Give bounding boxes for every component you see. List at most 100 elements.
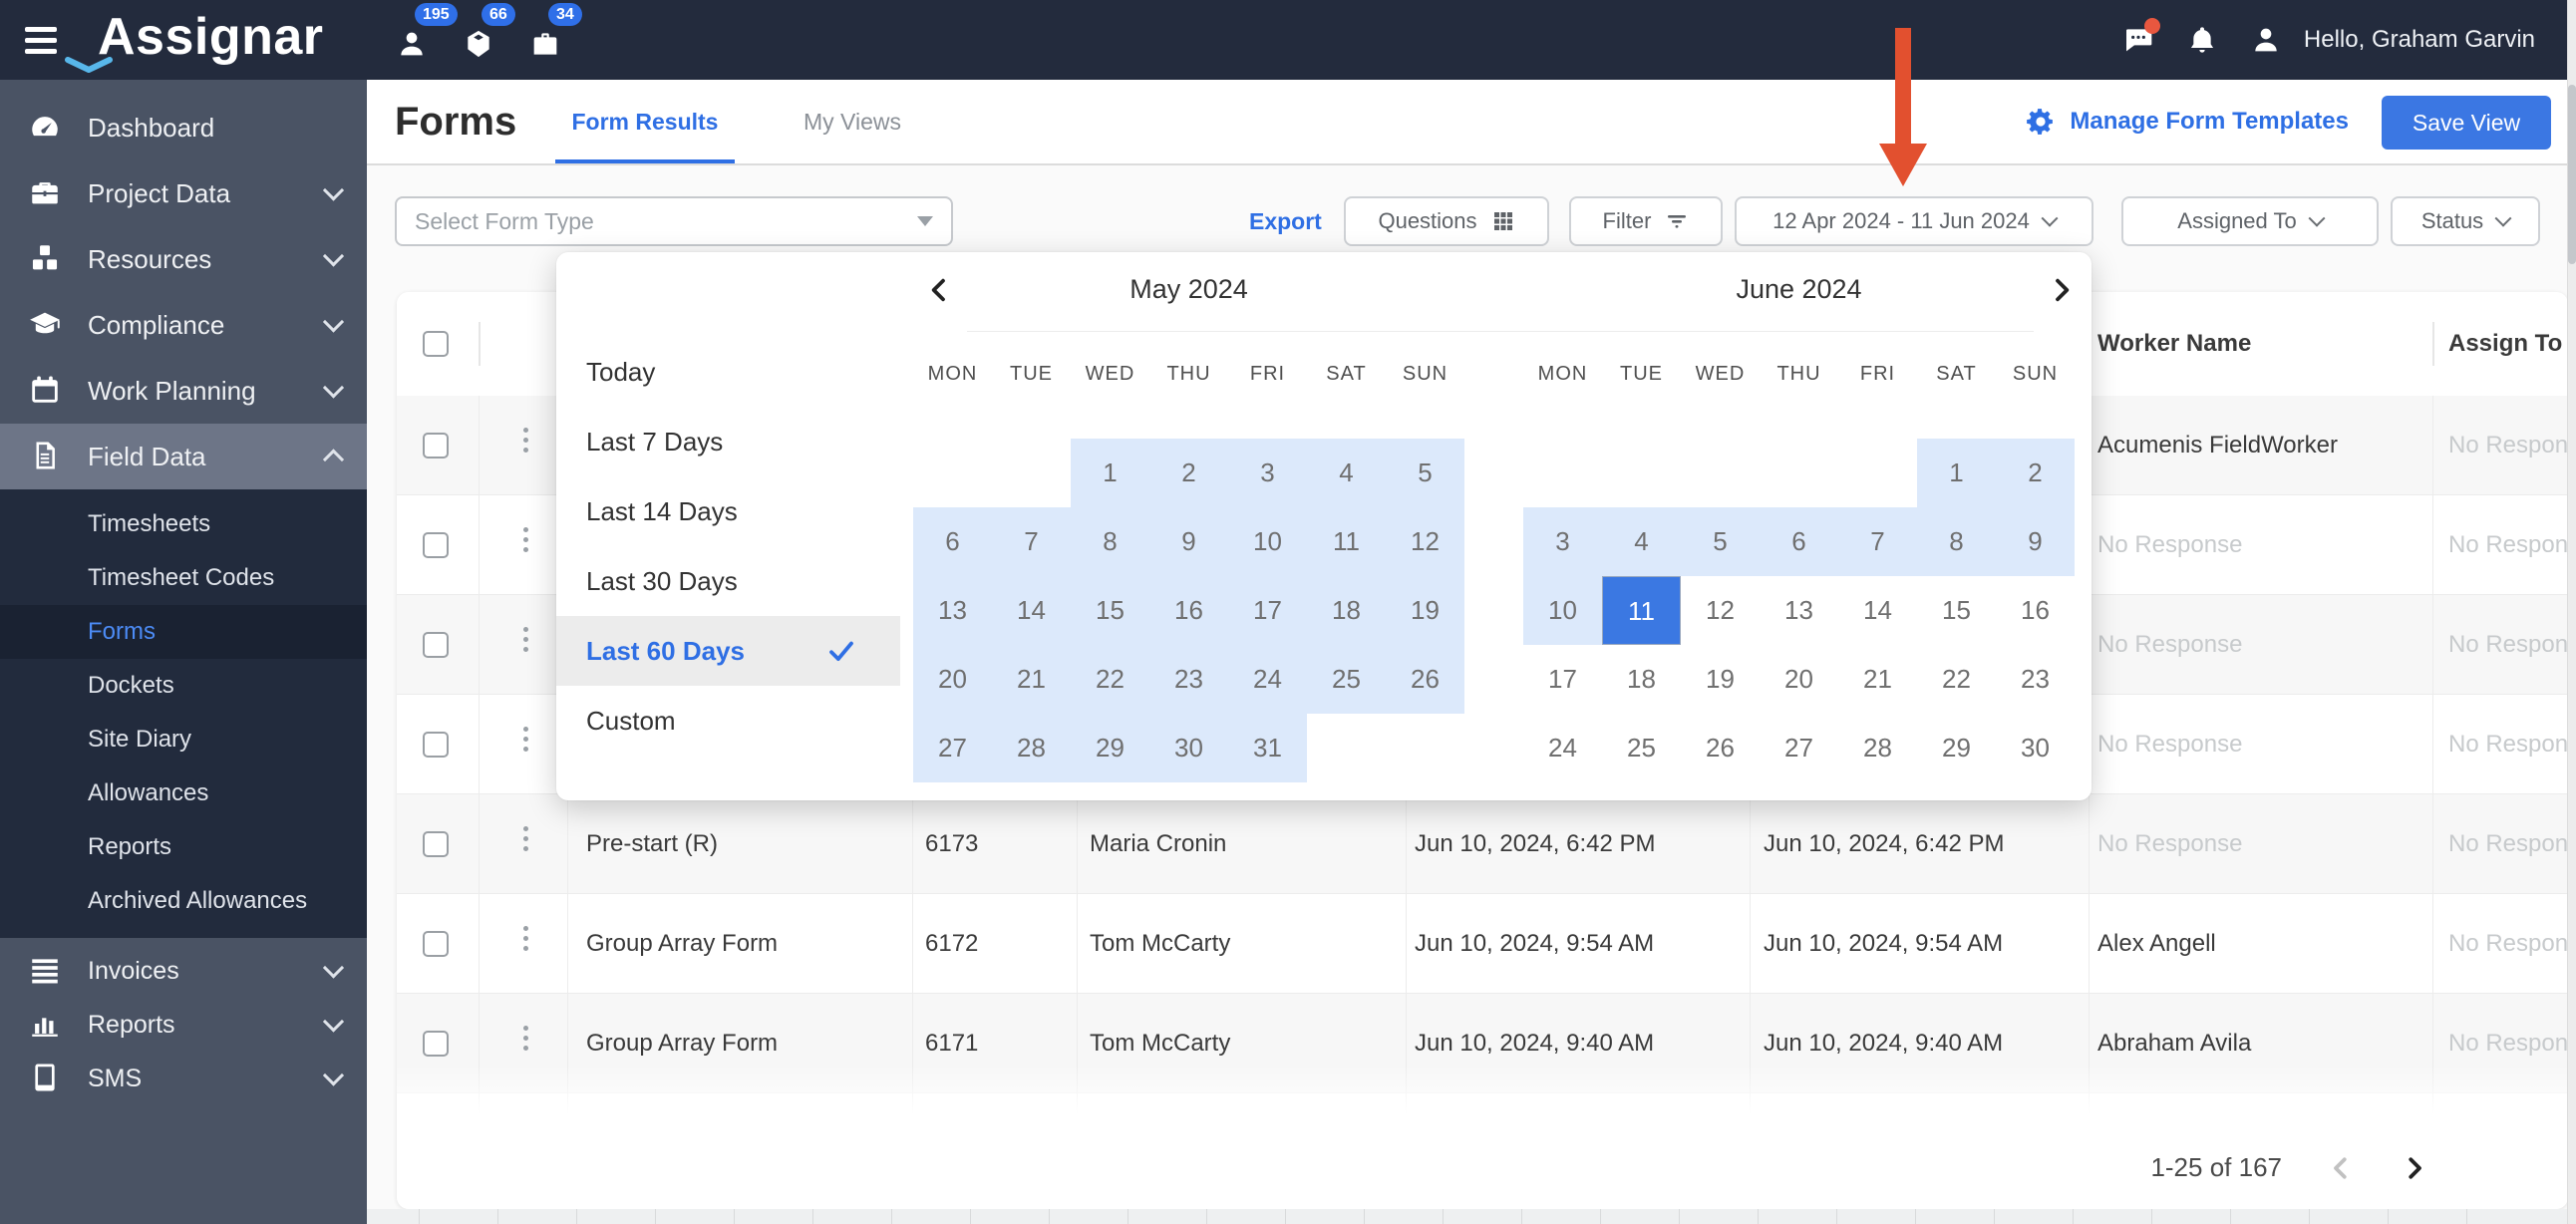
calendar-day[interactable]: 17	[1523, 645, 1602, 714]
sidebar-subitem-reports[interactable]: Reports	[0, 820, 367, 874]
row-checkbox[interactable]	[423, 1031, 449, 1057]
row-actions-kebab-icon[interactable]	[515, 627, 535, 663]
calendar-day[interactable]: 28	[1838, 714, 1917, 782]
hamburger-menu-icon[interactable]	[25, 27, 59, 54]
tab-my-views[interactable]: My Views	[798, 80, 907, 163]
calendar-day[interactable]: 10	[1523, 576, 1602, 645]
preset-last-7-days[interactable]: Last 7 Days	[556, 407, 900, 476]
calendar-day[interactable]: 15	[1071, 576, 1149, 645]
calendar-day[interactable]: 28	[992, 714, 1071, 782]
calendar-day[interactable]: 2	[1996, 439, 2075, 507]
sidebar-item-invoices[interactable]: Invoices	[0, 944, 367, 998]
calendar-day[interactable]: 10	[1228, 507, 1307, 576]
row-actions-kebab-icon[interactable]	[515, 1026, 535, 1062]
date-range-filter[interactable]: 12 Apr 2024 - 11 Jun 2024	[1735, 196, 2093, 246]
calendar-day[interactable]: 15	[1917, 576, 1996, 645]
row-actions-kebab-icon[interactable]	[515, 926, 535, 962]
briefcase-group[interactable]: 34	[529, 3, 582, 60]
person-group[interactable]: 195	[396, 3, 458, 60]
sidebar-item-sms[interactable]: SMS	[0, 1052, 367, 1105]
row-checkbox[interactable]	[423, 831, 449, 857]
calendar-day[interactable]: 5	[1386, 439, 1464, 507]
sidebar-subitem-dockets[interactable]: Dockets	[0, 659, 367, 713]
filter-button[interactable]: Filter	[1569, 196, 1723, 246]
sidebar-item-work-planning[interactable]: Work Planning	[0, 358, 367, 424]
calendar-day[interactable]: 9	[1149, 507, 1228, 576]
manage-form-templates-link[interactable]: Manage Form Templates	[2026, 80, 2349, 163]
calendar-day[interactable]: 30	[1996, 714, 2075, 782]
assigned-to-filter[interactable]: Assigned To	[2121, 196, 2379, 246]
calendar-day[interactable]: 4	[1307, 439, 1386, 507]
sidebar-subitem-timesheets[interactable]: Timesheets	[0, 497, 367, 551]
calendar-day-selected[interactable]: 11	[1602, 576, 1681, 645]
status-filter[interactable]: Status	[2391, 196, 2540, 246]
calendar-day[interactable]: 16	[1149, 576, 1228, 645]
calendar-day[interactable]: 1	[1071, 439, 1149, 507]
row-checkbox[interactable]	[423, 732, 449, 758]
user-avatar-icon[interactable]	[2250, 24, 2282, 56]
calendar-day[interactable]: 6	[1760, 507, 1838, 576]
save-view-button[interactable]: Save View	[2382, 96, 2551, 150]
calendar-day[interactable]: 31	[1228, 714, 1307, 782]
calendar-day[interactable]: 2	[1149, 439, 1228, 507]
form-type-select[interactable]: Select Form Type	[395, 196, 953, 246]
sidebar-item-project-data[interactable]: Project Data	[0, 160, 367, 226]
previous-page-icon[interactable]	[2326, 1153, 2356, 1183]
calendar-day[interactable]: 23	[1149, 645, 1228, 714]
sidebar-item-field-data[interactable]: Field Data	[0, 424, 367, 489]
calendar-day[interactable]: 23	[1996, 645, 2075, 714]
calendar-day[interactable]: 29	[1071, 714, 1149, 782]
calendar-day[interactable]: 19	[1681, 645, 1760, 714]
preset-today[interactable]: Today	[556, 337, 900, 407]
calendar-day[interactable]: 6	[913, 507, 992, 576]
calendar-day[interactable]: 21	[1838, 645, 1917, 714]
calendar-day[interactable]: 7	[1838, 507, 1917, 576]
calendar-day[interactable]: 20	[913, 645, 992, 714]
scrollbar-thumb[interactable]	[2568, 85, 2576, 264]
calendar-day[interactable]: 26	[1386, 645, 1464, 714]
sidebar-item-reports[interactable]: Reports	[0, 998, 367, 1052]
calendar-day[interactable]: 9	[1996, 507, 2075, 576]
calendar-day[interactable]: 19	[1386, 576, 1464, 645]
calendar-day[interactable]: 12	[1681, 576, 1760, 645]
select-all-checkbox[interactable]	[423, 331, 449, 357]
calendar-day[interactable]: 24	[1523, 714, 1602, 782]
row-actions-kebab-icon[interactable]	[515, 727, 535, 763]
sidebar-item-dashboard[interactable]: Dashboard	[0, 95, 367, 160]
calendar-day[interactable]: 17	[1228, 576, 1307, 645]
row-actions-kebab-icon[interactable]	[515, 428, 535, 463]
calendar-day[interactable]: 25	[1602, 714, 1681, 782]
calendar-day[interactable]: 29	[1917, 714, 1996, 782]
calendar-day[interactable]: 14	[1838, 576, 1917, 645]
preset-last-60-days[interactable]: Last 60 Days	[556, 616, 900, 686]
calendar-day[interactable]: 3	[1228, 439, 1307, 507]
sidebar-item-resources[interactable]: Resources	[0, 226, 367, 292]
calendar-day[interactable]: 12	[1386, 507, 1464, 576]
column-header-worker-name[interactable]: Worker Name	[2097, 292, 2251, 396]
row-checkbox[interactable]	[423, 433, 449, 459]
cube-group[interactable]: 66	[463, 3, 515, 60]
calendar-day[interactable]: 21	[992, 645, 1071, 714]
calendar-day[interactable]: 25	[1307, 645, 1386, 714]
calendar-day[interactable]: 1	[1917, 439, 1996, 507]
calendar-day[interactable]: 27	[1760, 714, 1838, 782]
notifications-bell-icon[interactable]	[2186, 24, 2218, 56]
calendar-day[interactable]: 11	[1307, 507, 1386, 576]
sidebar-subitem-allowances[interactable]: Allowances	[0, 766, 367, 820]
sidebar-item-compliance[interactable]: Compliance	[0, 292, 367, 358]
row-actions-kebab-icon[interactable]	[515, 527, 535, 563]
calendar-day[interactable]: 22	[1071, 645, 1149, 714]
calendar-day[interactable]: 5	[1681, 507, 1760, 576]
calendar-day[interactable]: 14	[992, 576, 1071, 645]
calendar-day[interactable]: 26	[1681, 714, 1760, 782]
calendar-day[interactable]: 18	[1307, 576, 1386, 645]
sidebar-subitem-forms[interactable]: Forms	[0, 605, 367, 659]
column-header-assign-to[interactable]: Assign To	[2448, 292, 2562, 396]
calendar-day[interactable]: 30	[1149, 714, 1228, 782]
row-checkbox[interactable]	[423, 632, 449, 658]
messages-icon[interactable]	[2122, 18, 2160, 56]
row-actions-kebab-icon[interactable]	[515, 826, 535, 862]
calendar-day[interactable]: 8	[1071, 507, 1149, 576]
calendar-day[interactable]: 4	[1602, 507, 1681, 576]
sidebar-subitem-site-diary[interactable]: Site Diary	[0, 713, 367, 766]
